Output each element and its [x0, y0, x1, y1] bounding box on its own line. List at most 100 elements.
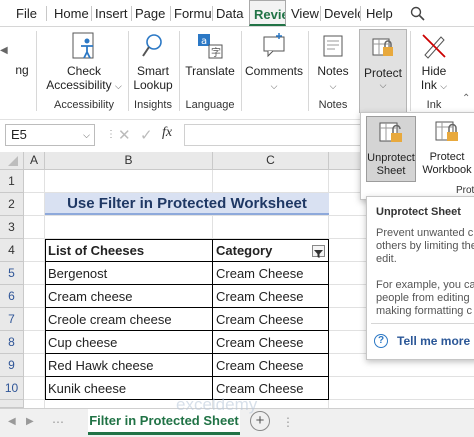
table-cell[interactable]: Cream Cheese: [213, 308, 329, 331]
table-cell[interactable]: Creole cream cheese: [45, 308, 213, 331]
next-sheet-icon[interactable]: ▶: [26, 416, 34, 427]
help-icon[interactable]: ?: [374, 334, 388, 348]
row-header[interactable]: 4: [0, 239, 24, 262]
drag-handle-icon[interactable]: ⋮: [106, 128, 116, 142]
ribbon-separator: [410, 31, 411, 111]
row-header[interactable]: [0, 400, 24, 408]
row-header[interactable]: 7: [0, 308, 24, 331]
tooltip-text: For example, you can: [376, 279, 474, 291]
collapse-ribbon-icon[interactable]: ⌃: [462, 93, 470, 104]
row-header[interactable]: 9: [0, 354, 24, 377]
tooltip-title: Unprotect Sheet: [376, 206, 461, 218]
menu-bar: File Home Insert Page L Formu Data Revie…: [0, 0, 474, 27]
tooltip-text: Prevent unwanted ch: [376, 227, 474, 239]
tab-file[interactable]: File: [12, 0, 42, 26]
language-group-label: Language: [185, 99, 235, 111]
tab-developer[interactable]: Develo: [320, 0, 360, 26]
svg-text:字: 字: [211, 46, 221, 59]
tooltip-text: edit.: [376, 253, 397, 265]
column-header-a[interactable]: A: [24, 152, 45, 170]
hide-ink-button[interactable]: Hide Ink ⌵: [414, 31, 454, 93]
table-header-cheese[interactable]: List of Cheeses: [45, 239, 213, 262]
row-header[interactable]: 6: [0, 285, 24, 308]
translate-icon: a字: [198, 34, 223, 59]
chevron-down-icon: ⌵: [440, 81, 448, 91]
svg-text:a: a: [201, 36, 207, 47]
unlock-sheet-icon: [379, 122, 402, 142]
accessibility-group-label: Accessibility: [54, 99, 114, 111]
ink-group-label: Ink: [426, 99, 442, 111]
scroll-left-icon[interactable]: ◀: [0, 45, 10, 75]
tab-formulas[interactable]: Formu: [170, 0, 212, 26]
tab-page-layout[interactable]: Page L: [131, 0, 170, 26]
unprotect-sheet-button[interactable]: Unprotect Sheet: [366, 116, 416, 182]
menu-separator: [360, 6, 361, 21]
row-header[interactable]: 10: [0, 377, 24, 400]
ribbon-separator: [308, 31, 309, 111]
table-cell[interactable]: Cup cheese: [45, 331, 213, 354]
chevron-down-icon[interactable]: ⌵: [271, 81, 278, 91]
ribbon-partial-button[interactable]: ng: [10, 63, 34, 77]
row-header[interactable]: 5: [0, 262, 24, 285]
select-all-corner[interactable]: [0, 152, 24, 170]
insert-function-icon[interactable]: fx: [162, 125, 172, 141]
tab-view[interactable]: View: [287, 0, 320, 26]
ribbon-separator: [36, 31, 37, 111]
tab-review[interactable]: Review: [249, 0, 286, 26]
add-sheet-icon[interactable]: +: [250, 411, 270, 431]
tab-insert[interactable]: Insert: [91, 0, 130, 26]
note-icon: [323, 35, 343, 57]
tab-home[interactable]: Home: [50, 0, 90, 26]
table-cell[interactable]: Cream Cheese: [213, 285, 329, 308]
sheet-tab-bar: ◀ ▶ ⋯ Filter in Protected Sheet exceldem…: [0, 395, 474, 437]
row-header[interactable]: 2: [0, 193, 24, 216]
filter-dropdown-icon[interactable]: [312, 245, 325, 258]
table-cell[interactable]: Bergenost: [45, 262, 213, 285]
protect-workbook-button[interactable]: Protect Workbook: [419, 116, 474, 182]
lock-workbook-icon: [435, 121, 458, 141]
comments-button[interactable]: Comments ⌵: [243, 31, 305, 93]
ribbon-separator: [179, 31, 180, 111]
table-cell[interactable]: Cream Cheese: [213, 331, 329, 354]
unprotect-line1: Unprotect: [367, 152, 415, 164]
accessibility-icon: [72, 32, 94, 59]
more-sheets-icon[interactable]: ⋯: [52, 415, 64, 429]
chevron-down-icon: ⌵: [329, 81, 337, 91]
sheet-title[interactable]: Use Filter in Protected Worksheet: [45, 193, 329, 215]
column-header-c[interactable]: C: [213, 152, 329, 170]
enter-check-icon[interactable]: ✓: [140, 126, 153, 144]
notes-button[interactable]: Notes ⌵: [312, 31, 354, 93]
protect-workbook-line2: Workbook: [422, 164, 472, 176]
tooltip-text: making formatting c: [376, 305, 472, 317]
lock-sheet-icon: [372, 38, 393, 56]
protect-button[interactable]: Protect ⌵: [359, 29, 407, 113]
name-box[interactable]: E5 ⌵: [5, 124, 95, 146]
column-header-b[interactable]: B: [45, 152, 213, 170]
tooltip-divider: [371, 323, 474, 324]
table-cell[interactable]: Cream Cheese: [213, 262, 329, 285]
watermark-logo: exceldemy: [176, 395, 258, 414]
table-cell[interactable]: Cream cheese: [45, 285, 213, 308]
tab-options-icon[interactable]: ⋮: [282, 415, 294, 429]
pen-icon: [422, 34, 446, 59]
cancel-icon[interactable]: ✕: [118, 126, 131, 144]
chevron-down-icon: ⌵: [114, 81, 122, 91]
search-icon[interactable]: [410, 6, 430, 21]
ribbon-separator: [128, 31, 129, 111]
table-cell[interactable]: Red Hawk cheese: [45, 354, 213, 377]
menu-separator: [46, 6, 47, 21]
tab-help[interactable]: Help: [362, 0, 396, 26]
chevron-down-icon[interactable]: ⌵: [83, 125, 90, 145]
smart-lookup-button[interactable]: Smart Lookup: [130, 31, 176, 92]
check-accessibility-button[interactable]: Check Accessibility ⌵: [42, 31, 126, 93]
row-header[interactable]: 8: [0, 331, 24, 354]
tooltip-text: others by limiting the: [376, 240, 474, 252]
row-header[interactable]: 3: [0, 216, 24, 239]
protect-group-label: Prot: [456, 185, 474, 196]
previous-sheet-icon[interactable]: ◀: [8, 416, 16, 427]
tell-me-more-link[interactable]: Tell me more: [397, 334, 470, 348]
row-header[interactable]: 1: [0, 170, 24, 193]
table-cell[interactable]: Cream Cheese: [213, 354, 329, 377]
tab-data[interactable]: Data: [212, 0, 249, 26]
translate-button[interactable]: a字 Translate: [181, 31, 239, 78]
